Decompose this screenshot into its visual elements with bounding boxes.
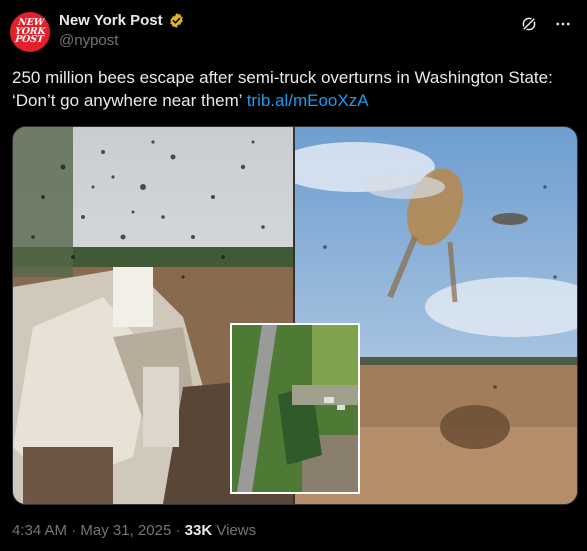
tweet-text: 250 million bees escape after semi-truck… <box>12 66 577 112</box>
grok-icon[interactable] <box>519 14 539 34</box>
tweet-header: NEW YORK POST New York Post @nypost <box>10 10 577 52</box>
views-count: 33K <box>184 522 213 539</box>
tweet-link[interactable]: trib.al/mEooXzA <box>247 91 369 110</box>
account-names: New York Post @nypost <box>59 12 185 49</box>
more-icon[interactable] <box>553 14 573 34</box>
display-name[interactable]: New York Post <box>59 12 163 29</box>
tweet-time[interactable]: 4:34 AM <box>12 522 67 539</box>
tweet-date[interactable]: May 31, 2025 <box>80 522 171 539</box>
avatar[interactable]: NEW YORK POST <box>10 12 50 52</box>
media-inset-aerial <box>230 323 360 494</box>
tweet-media[interactable] <box>12 126 578 505</box>
verified-badge-icon <box>169 13 183 28</box>
views-label: Views <box>216 522 257 539</box>
tweet-footer: 4:34 AM · May 31, 2025 · 33K Views <box>12 522 256 539</box>
meta-separator: · <box>71 522 77 539</box>
avatar-logo: NEW YORK POST <box>14 17 46 46</box>
handle[interactable]: @nypost <box>59 32 185 49</box>
meta-separator: · <box>175 522 181 539</box>
